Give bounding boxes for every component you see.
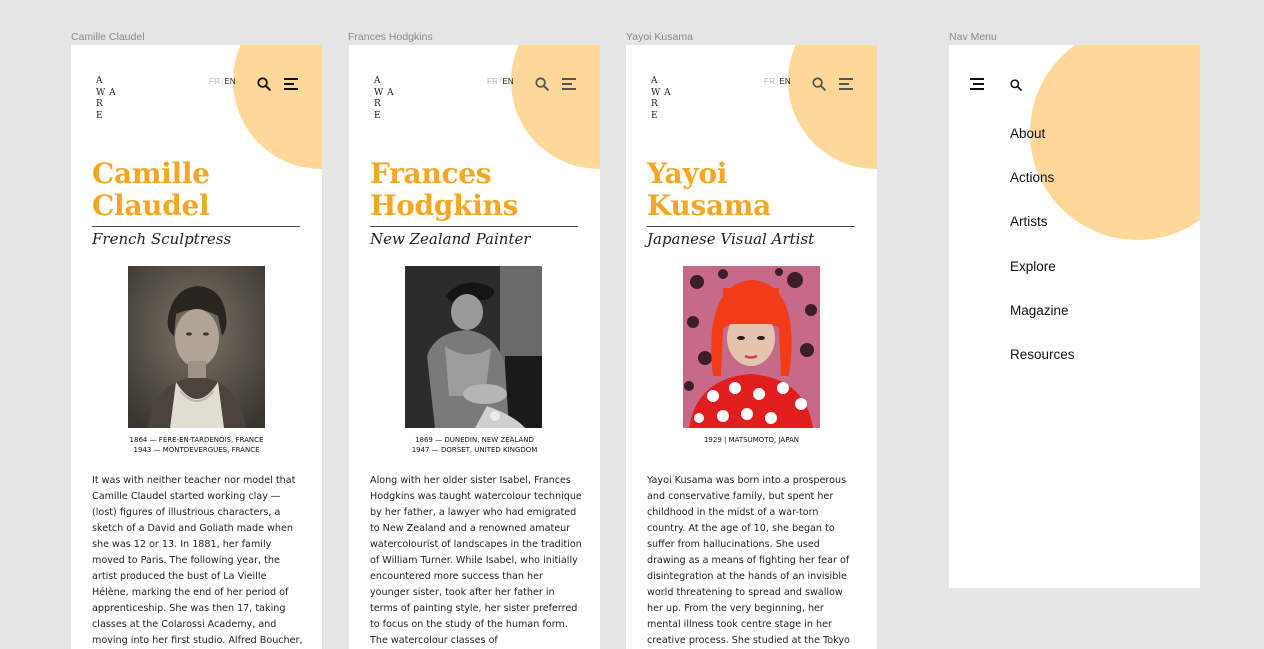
logo-letter: A: [374, 76, 381, 86]
artist-page-camille: A W A R E FR|EN Camille Claudel French S…: [71, 45, 322, 649]
logo-letter: E: [374, 110, 382, 121]
aware-logo[interactable]: A W A R E: [374, 76, 394, 122]
artist-name-line: Kusama: [647, 189, 771, 222]
artist-portrait: [405, 266, 542, 428]
design-canvas: Camille Claudel Frances Hodgkins Yayoi K…: [0, 0, 1264, 649]
menu-close-icon[interactable]: [970, 76, 986, 90]
decorative-circle: [511, 45, 600, 169]
artist-page-frances: A W A R E FR|EN Frances Hodgkins New Zea…: [349, 45, 600, 649]
lang-fr[interactable]: FR: [487, 77, 498, 86]
artist-role: Japanese Visual Artist: [647, 230, 815, 248]
search-icon[interactable]: [535, 76, 549, 91]
search-icon[interactable]: [1010, 76, 1024, 91]
logo-letter: W A: [96, 87, 117, 98]
artist-name-line: Camille: [92, 157, 210, 190]
nav-menu-page: About Actions Artists Explore Magazine R…: [949, 45, 1200, 588]
title-divider: [370, 226, 578, 227]
biography-text: Along with her older sister Isabel, Fran…: [370, 475, 582, 646]
title-divider: [647, 226, 855, 227]
title-divider: [92, 226, 300, 227]
search-icon[interactable]: [812, 76, 826, 91]
caption-line: 1947 — DORSET, UNITED KINGDOM: [411, 446, 538, 454]
nav-item-about[interactable]: About: [1010, 125, 1075, 169]
caption-line: 1869 — DUNEDIN, NEW ZEALAND: [415, 436, 534, 444]
language-switcher: FR|EN: [764, 77, 791, 86]
nav-menu-list: About Actions Artists Explore Magazine R…: [1010, 125, 1075, 390]
biography-text: Yayoi Kusama was born into a prosperous …: [647, 475, 850, 646]
logo-letter: E: [651, 110, 659, 121]
artist-name: Frances Hodgkins: [370, 158, 585, 222]
hamburger-menu-icon[interactable]: [562, 76, 578, 90]
artist-name: Camille Claudel: [92, 158, 307, 222]
artist-role: French Sculptress: [92, 230, 232, 248]
caption-line: 1943 — MONTDEVERGUES, FRANCE: [133, 446, 260, 454]
caption-line: 1929 | MATSUMOTO, JAPAN: [703, 436, 800, 444]
hamburger-menu-icon[interactable]: [839, 76, 855, 90]
artist-role: New Zealand Painter: [370, 230, 531, 248]
lang-en[interactable]: EN: [224, 77, 236, 86]
language-switcher: FR|EN: [487, 77, 514, 86]
logo-letter: W A: [651, 87, 672, 98]
frame-label-camille: Camille Claudel: [71, 31, 145, 43]
aware-logo[interactable]: A W A R E: [96, 76, 116, 122]
frame-label-nav: Nav Menu: [949, 31, 997, 43]
artist-portrait: [128, 266, 265, 428]
frame-label-frances: Frances Hodgkins: [348, 31, 433, 43]
lang-fr[interactable]: FR: [209, 77, 220, 86]
logo-letter: R: [96, 99, 104, 109]
birth-death-caption: 1869 — DUNEDIN, NEW ZEALAND 1947 — DORSE…: [349, 435, 600, 455]
biography-text: It was with neither teacher nor model th…: [92, 475, 303, 646]
artist-page-yayoi: A W A R E FR|EN Yayoi Kusama Japanese Vi…: [626, 45, 877, 649]
language-switcher: FR|EN: [209, 77, 236, 86]
logo-letter: R: [374, 99, 382, 109]
logo-letter: W A: [374, 87, 395, 98]
nav-item-explore[interactable]: Explore: [1010, 258, 1075, 302]
caption-line: 1864 — FÈRE-EN-TARDENOIS, FRANCE: [129, 436, 264, 444]
artist-name-line: Frances: [370, 157, 492, 190]
logo-letter: A: [96, 76, 103, 86]
nav-item-magazine[interactable]: Magazine: [1010, 302, 1075, 346]
aware-logo[interactable]: A W A R E: [651, 76, 671, 122]
artist-name-line: Yayoi: [647, 157, 728, 190]
lang-en[interactable]: EN: [779, 77, 791, 86]
nav-item-actions[interactable]: Actions: [1010, 169, 1075, 213]
logo-letter: E: [96, 110, 104, 121]
artist-name-line: Hodgkins: [370, 189, 519, 222]
lang-fr[interactable]: FR: [764, 77, 775, 86]
logo-letter: A: [651, 76, 658, 86]
logo-letter: R: [651, 99, 659, 109]
nav-item-resources[interactable]: Resources: [1010, 346, 1075, 390]
search-icon[interactable]: [257, 76, 271, 91]
artist-name-line: Claudel: [92, 189, 210, 222]
artist-portrait: [683, 266, 820, 428]
decorative-circle: [233, 45, 322, 169]
artist-name: Yayoi Kusama: [647, 158, 862, 222]
decorative-circle: [788, 45, 877, 169]
birth-place-caption: 1929 | MATSUMOTO, JAPAN: [626, 435, 877, 445]
hamburger-menu-icon[interactable]: [284, 76, 300, 90]
nav-item-artists[interactable]: Artists: [1010, 213, 1075, 257]
frame-label-yayoi: Yayoi Kusama: [626, 31, 693, 43]
lang-en[interactable]: EN: [502, 77, 514, 86]
birth-death-caption: 1864 — FÈRE-EN-TARDENOIS, FRANCE 1943 — …: [71, 435, 322, 455]
